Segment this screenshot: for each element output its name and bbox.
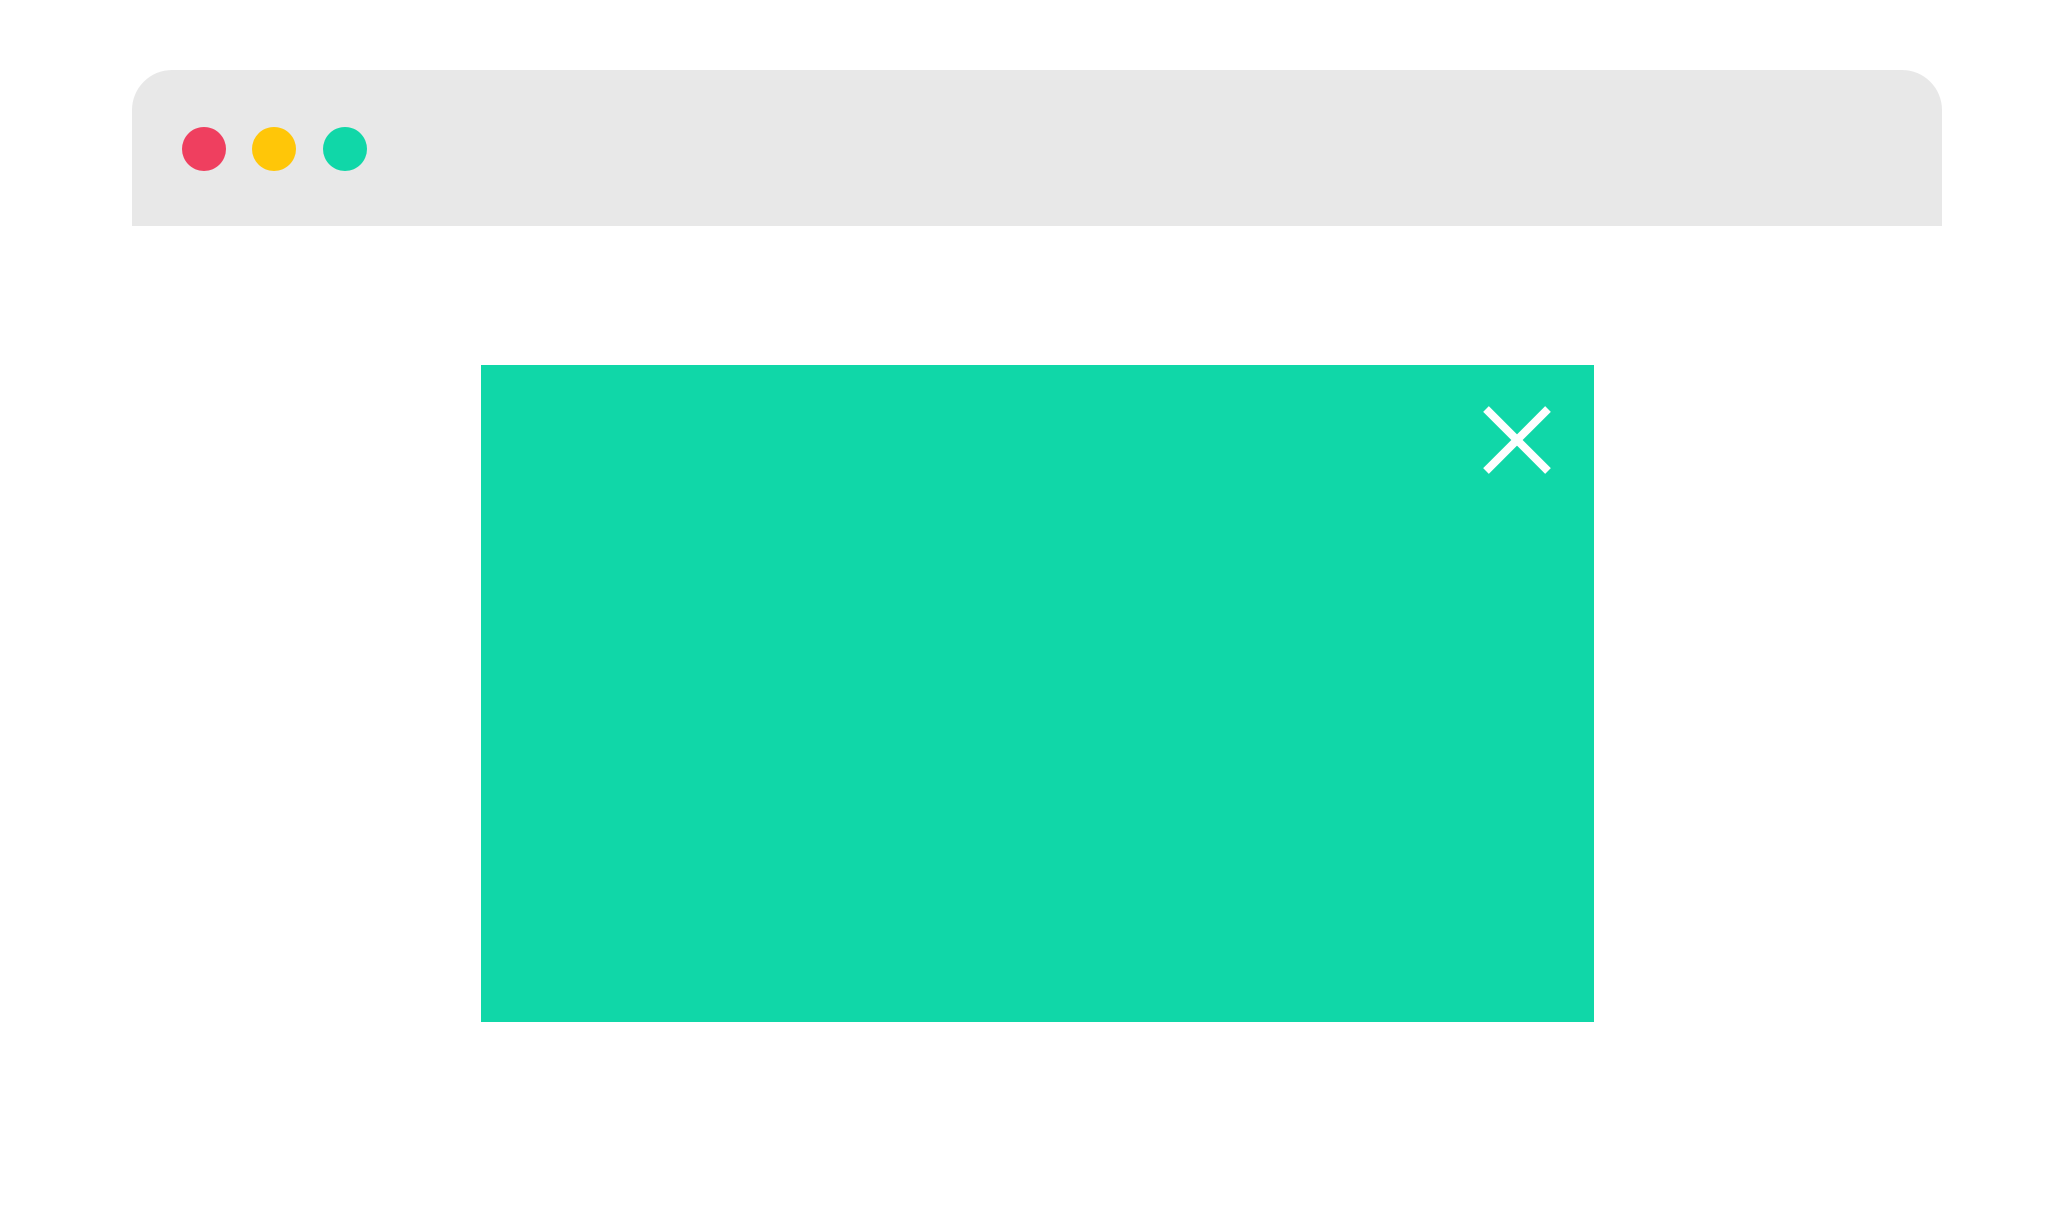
maximize-window-button[interactable] bbox=[323, 127, 367, 171]
close-icon bbox=[1483, 406, 1551, 474]
close-window-button[interactable] bbox=[182, 127, 226, 171]
popup-modal bbox=[481, 365, 1594, 1022]
minimize-window-button[interactable] bbox=[252, 127, 296, 171]
browser-titlebar bbox=[132, 70, 1942, 226]
close-popup-button[interactable] bbox=[1482, 405, 1552, 475]
